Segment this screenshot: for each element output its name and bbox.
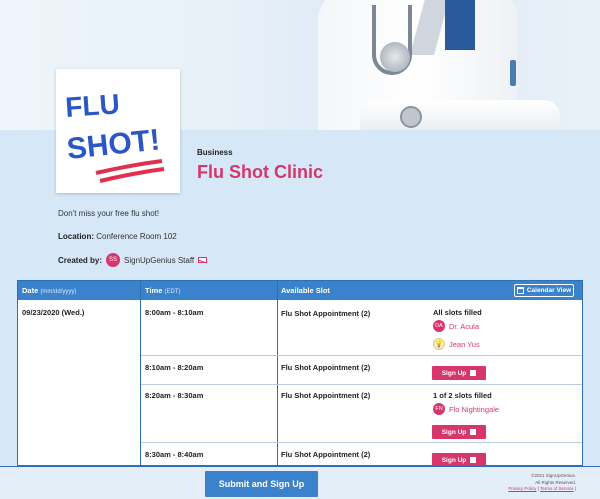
column-divider [140, 281, 141, 465]
crossed-arms [360, 100, 560, 130]
avatar: FN [433, 403, 445, 415]
separator: | [574, 486, 576, 491]
calendar-view-button[interactable]: Calendar View [514, 284, 574, 297]
footer-bar: Submit and Sign Up ©2021 SignUpGenius. A… [0, 466, 600, 499]
slot-status: All slots filled [433, 308, 482, 317]
flu-shot-logo-icon: FLU SHOT! [64, 88, 165, 183]
event-creator: Created by: SS SignUpGenius Staff [58, 253, 208, 267]
time-cell: 8:00am - 8:10am [145, 308, 204, 317]
col-time-header: Time (EDT) [145, 286, 180, 295]
time-cell: 8:30am - 8:40am [145, 450, 204, 459]
col-slot-header: Available Slot [281, 286, 330, 295]
row-divider [141, 442, 582, 443]
calendar-view-label: Calendar View [526, 287, 572, 294]
time-cell: 8:20am - 8:30am [145, 391, 204, 400]
copyright: ©2021 SignUpGenius. All Rights Reserved.… [508, 473, 576, 493]
col-time-hint: (EDT) [164, 289, 181, 295]
col-date-hint: (mm/dd/yyyy) [40, 289, 77, 295]
slot-cell: Flu Shot Appointment (2) [281, 391, 371, 400]
stethoscope-head [380, 42, 410, 72]
col-date-label: Date [22, 286, 39, 295]
location-label: Location: [58, 232, 94, 241]
row-divider [141, 355, 582, 356]
signee-name: Jean Yus [449, 339, 480, 349]
signee-name: Dr. Acula [449, 321, 480, 331]
sign-up-label: Sign Up [441, 456, 467, 464]
sign-up-label: Sign Up [441, 428, 467, 436]
signee-name: Flo Nightingale [449, 404, 500, 414]
privacy-policy-link[interactable]: Privacy Policy [508, 486, 536, 491]
terms-of-service-link[interactable]: Terms of Service [540, 486, 574, 491]
event-logo: FLU SHOT! [56, 69, 180, 193]
event-description: Don't miss your free flu shot! [58, 209, 160, 218]
submit-and-sign-up-button[interactable]: Submit and Sign Up [205, 471, 318, 497]
event-category: Business [197, 148, 233, 157]
tie [445, 0, 475, 50]
slot-cell: Flu Shot Appointment (2) [281, 309, 371, 318]
table-header: Date (mm/dd/yyyy) Time (EDT) Available S… [18, 281, 582, 300]
signee[interactable]: FN Flo Nightingale [433, 403, 499, 415]
signee[interactable]: DA Dr. Acula [433, 320, 479, 332]
email-icon[interactable] [198, 257, 208, 263]
checkbox-icon [470, 457, 477, 463]
avatar: SS [106, 253, 121, 267]
event-location: Location: Conference Room 102 [58, 232, 177, 241]
time-cell: 8:10am - 8:20am [145, 363, 204, 372]
column-divider [277, 281, 278, 465]
pen [510, 60, 516, 86]
signee[interactable]: 💡 Jean Yus [433, 338, 480, 350]
watch-icon [400, 106, 422, 128]
page-title: Flu Shot Clinic [197, 162, 323, 182]
checkbox-icon [470, 370, 477, 376]
slot-status: 1 of 2 slots filled [433, 391, 492, 400]
avatar: DA [433, 320, 445, 332]
lightbulb-icon: 💡 [433, 338, 445, 350]
sign-up-label: Sign Up [441, 369, 467, 377]
row-divider [141, 384, 582, 385]
sign-up-button[interactable]: Sign Up [432, 366, 486, 380]
date-cell: 09/23/2020 (Wed.) [22, 308, 85, 317]
slot-cell: Flu Shot Appointment (2) [281, 363, 371, 372]
slot-cell: Flu Shot Appointment (2) [281, 450, 371, 459]
svg-text:SHOT!: SHOT! [65, 123, 161, 166]
checkbox-icon [470, 429, 477, 435]
calendar-icon [516, 287, 524, 294]
signup-table: Date (mm/dd/yyyy) Time (EDT) Available S… [17, 280, 583, 466]
creator-name: SignUpGenius Staff [124, 255, 195, 265]
created-by-label: Created by: [58, 255, 103, 265]
separator: | [537, 486, 539, 491]
col-date-header: Date (mm/dd/yyyy) [22, 286, 76, 295]
col-time-label: Time [145, 286, 163, 295]
sign-up-button[interactable]: Sign Up [432, 453, 486, 465]
location-value: Conference Room 102 [96, 232, 177, 241]
sign-up-button[interactable]: Sign Up [432, 425, 486, 439]
svg-text:FLU: FLU [64, 88, 120, 123]
